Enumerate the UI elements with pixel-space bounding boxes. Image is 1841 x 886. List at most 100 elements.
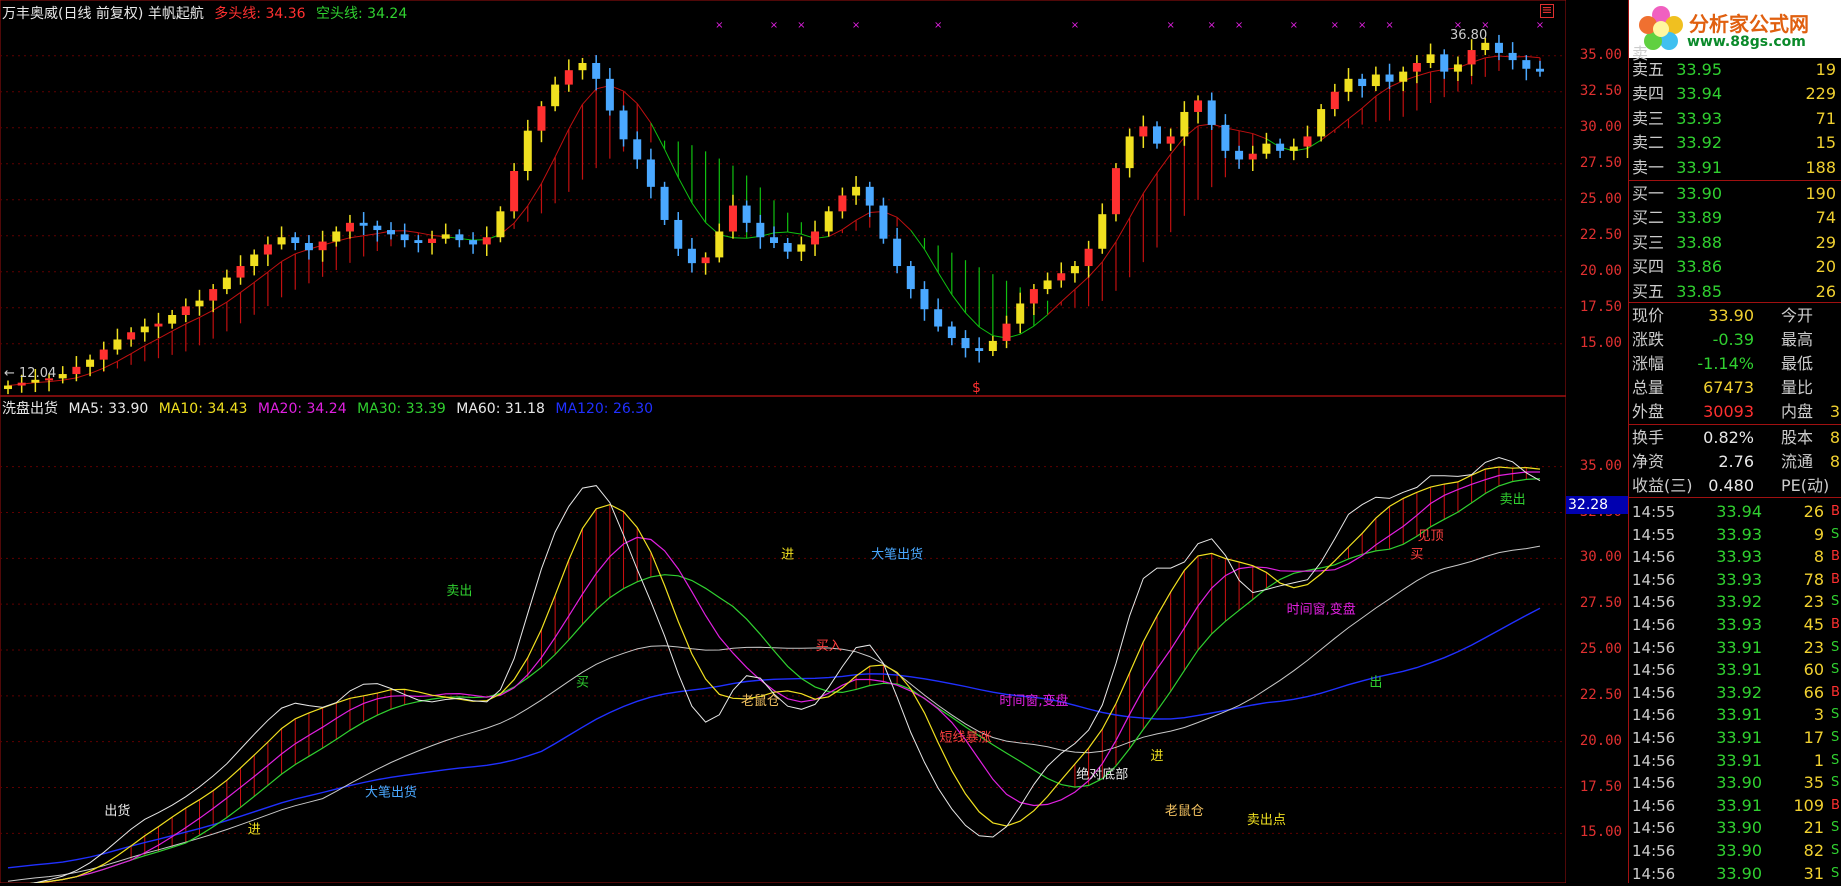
chart-menu-icon[interactable]: ≡ [1540, 4, 1554, 18]
stat-row[interactable]: 收益(三)0.480PE(动) [1629, 474, 1841, 498]
candle-body [250, 255, 258, 267]
indicator-price-tag: 32.28 [1566, 496, 1628, 514]
buy-level-price: 33.85 [1676, 280, 1722, 304]
tick-row[interactable]: 14:5633.938B [1629, 545, 1841, 569]
tick-price: 33.92 [1716, 590, 1762, 614]
ribbon-edge [692, 203, 706, 223]
candle-body [852, 187, 860, 196]
candle-body [1399, 72, 1407, 82]
stat-label: 涨跌 [1632, 328, 1664, 352]
tick-row[interactable]: 14:5633.9117S [1629, 726, 1841, 750]
tick-time: 14:56 [1632, 771, 1675, 795]
ribbon-edge [979, 327, 993, 336]
sell-level-row[interactable]: 卖四33.94229 [1629, 82, 1841, 106]
tick-price: 33.91 [1716, 794, 1762, 818]
candle-body [770, 237, 778, 243]
tick-time: 14:56 [1632, 613, 1675, 637]
sell-level-row[interactable]: 卖一33.91188 [1629, 156, 1841, 180]
stat-label-2: PE(动) [1781, 474, 1829, 498]
candle-body [756, 223, 764, 237]
candle-body [1139, 126, 1147, 136]
candle-body [962, 338, 970, 348]
sell-level-row[interactable]: 卖二33.9215 [1629, 131, 1841, 155]
chart-canvas[interactable]: ××××××××××××××××出货卖出买进买入大笔出货短线暴涨时间窗,变盘绝对… [0, 0, 1566, 883]
candle-body [1126, 136, 1134, 168]
tick-row[interactable]: 14:5633.9035S [1629, 771, 1841, 795]
sell-level-label: 卖三 [1632, 107, 1664, 131]
ribbon-edge [1335, 119, 1349, 130]
stat-row[interactable]: 总量67473量比 [1629, 376, 1841, 400]
stat-value: 67473 [1703, 376, 1754, 400]
tick-side: S [1831, 862, 1839, 886]
tick-volume: 1 [1814, 749, 1824, 773]
candle-body [579, 63, 587, 70]
annotation-label: 短线暴涨 [939, 731, 991, 746]
main-chart-header: 万丰奥威(日线 前复权) 羊帆起航 多头线: 34.36 空头线: 34.24 [2, 3, 413, 23]
candle-body [182, 306, 190, 315]
buy-level-label: 买三 [1632, 231, 1664, 255]
tick-side: S [1831, 816, 1839, 840]
tick-row[interactable]: 14:5533.9426B [1629, 500, 1841, 524]
buy-level-row[interactable]: 买五33.8526 [1629, 280, 1841, 304]
tick-time: 14:56 [1632, 681, 1675, 705]
buy-level-row[interactable]: 买三33.8829 [1629, 231, 1841, 255]
candle-body [647, 159, 655, 186]
candle-body [784, 243, 792, 252]
annotation-label: 买入 [816, 639, 842, 654]
ribbon-edge [583, 89, 597, 104]
tick-row[interactable]: 14:5633.9123S [1629, 636, 1841, 660]
sell-level-row[interactable]: 卖三33.9371 [1629, 107, 1841, 131]
ribbon-edge [911, 230, 925, 249]
tick-row[interactable]: 14:5633.9082S [1629, 839, 1841, 863]
tick-row[interactable]: 14:5633.9031S [1629, 862, 1841, 886]
chart-area[interactable]: ××××××××××××××××出货卖出买进买入大笔出货短线暴涨时间窗,变盘绝对… [0, 0, 1566, 883]
tick-row[interactable]: 14:5633.9345B [1629, 613, 1841, 637]
short-line-label: 空头线: [316, 6, 363, 22]
tick-row[interactable]: 14:5633.911S [1629, 749, 1841, 773]
ribbon-edge [1020, 326, 1034, 334]
tick-row[interactable]: 14:5633.9266B [1629, 681, 1841, 705]
candle-body [387, 230, 395, 234]
stat-row[interactable]: 涨跌-0.39最高 [1629, 328, 1841, 352]
tick-row[interactable]: 14:5633.9378B [1629, 568, 1841, 592]
stat-row[interactable]: 换手0.82%股本8 [1629, 426, 1841, 450]
buy-level-row[interactable]: 买二33.8974 [1629, 206, 1841, 230]
tick-row[interactable]: 14:5633.913S [1629, 703, 1841, 727]
tick-row[interactable]: 14:5633.9160S [1629, 658, 1841, 682]
signal-marker: × [1166, 20, 1174, 31]
annotation-label: 卖出点 [1247, 813, 1286, 828]
candle-body [825, 211, 833, 231]
candle-body [360, 223, 368, 226]
candle-body [606, 79, 614, 111]
stat-row[interactable]: 现价33.90今开 [1629, 304, 1841, 328]
ribbon-edge [90, 368, 104, 374]
sell-level-row[interactable]: 卖五33.9519 [1629, 58, 1841, 82]
indicator-title: 洗盘出货 [2, 401, 58, 417]
buy-level-volume: 74 [1816, 206, 1836, 230]
tick-row[interactable]: 14:5633.9021S [1629, 816, 1841, 840]
ribbon-edge [158, 331, 172, 338]
stat-row[interactable]: 涨幅-1.14%最低 [1629, 352, 1841, 376]
indicator-ribbon [131, 467, 1526, 860]
tick-row[interactable]: 14:5633.91109B [1629, 794, 1841, 818]
ribbon-edge [1116, 218, 1130, 242]
indicator-header: 洗盘出货 MA5: 33.90 MA10: 34.43 MA20: 34.24 … [2, 398, 659, 418]
tick-time: 14:56 [1632, 816, 1675, 840]
candle-body [237, 266, 245, 278]
ribbon-edge [1362, 96, 1376, 108]
buy-level-price: 33.86 [1676, 255, 1722, 279]
stat-row[interactable]: 净资2.76流通8 [1629, 450, 1841, 474]
signal-markers-top: ×××××××××××××××× [715, 20, 1544, 31]
buy-level-volume: 26 [1816, 280, 1836, 304]
stat-value: 33.90 [1708, 304, 1754, 328]
candle-body [1167, 136, 1175, 143]
ma5-line [8, 458, 1540, 884]
buy-level-row[interactable]: 买四33.8620 [1629, 255, 1841, 279]
annotation-label: 大笔出货 [365, 785, 417, 801]
stat-row[interactable]: 外盘30093内盘3 [1629, 400, 1841, 424]
buy-level-row[interactable]: 买一33.90190 [1629, 182, 1841, 206]
ma60-line [8, 546, 1540, 881]
tick-volume: 66 [1804, 681, 1824, 705]
tick-row[interactable]: 14:5633.9223S [1629, 590, 1841, 614]
tick-row[interactable]: 14:5533.939S [1629, 523, 1841, 547]
